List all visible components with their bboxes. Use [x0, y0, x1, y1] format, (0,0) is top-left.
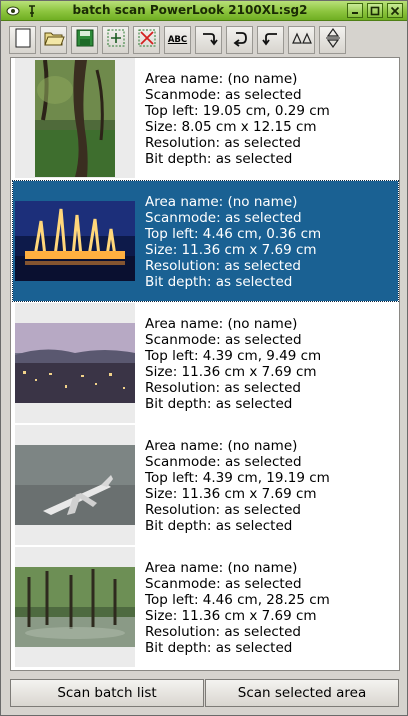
bit-depth: Bit depth: as selected [145, 396, 293, 412]
thumbnail-fountain-night [15, 201, 135, 281]
top-left: Top left: 4.39 cm, 9.49 cm [145, 348, 322, 364]
bit-depth: Bit depth: as selected [145, 518, 293, 534]
maximize-button[interactable] [367, 3, 383, 18]
window-title: batch scan PowerLook 2100XL:sg2 [72, 3, 308, 17]
rotate-right-icon [199, 28, 219, 52]
top-left: Top left: 19.05 cm, 0.29 cm [145, 103, 330, 119]
thumbnail-city-dusk [15, 323, 135, 403]
save-button[interactable] [71, 26, 98, 54]
window-menu-icon[interactable] [5, 3, 21, 18]
resolution: Resolution: as selected [145, 502, 301, 518]
resolution: Resolution: as selected [145, 258, 301, 274]
area-name: Area name: (no name) [145, 560, 298, 576]
close-button[interactable] [387, 3, 403, 18]
open-button[interactable] [40, 26, 67, 54]
list-item[interactable]: Area name: (no name) Scanmode: as select… [13, 58, 398, 178]
area-info: Area name: (no name) Scanmode: as select… [145, 438, 330, 534]
top-left: Top left: 4.39 cm, 19.19 cm [145, 470, 330, 486]
save-icon [75, 28, 95, 52]
list-item[interactable]: Area name: (no name) Scanmode: as select… [13, 303, 398, 423]
pin-icon[interactable] [24, 3, 40, 18]
new-button[interactable] [9, 26, 36, 54]
resolution: Resolution: as selected [145, 624, 301, 640]
open-folder-icon [43, 28, 65, 52]
scan-area-list[interactable]: Area name: (no name) Scanmode: as select… [10, 57, 400, 671]
area-info: Area name: (no name) Scanmode: as select… [145, 194, 321, 290]
size: Size: 11.36 cm x 7.69 cm [145, 364, 317, 380]
rotate-right-button[interactable] [195, 26, 222, 54]
area-info: Area name: (no name) Scanmode: as select… [145, 560, 330, 656]
size: Size: 11.36 cm x 7.69 cm [145, 486, 317, 502]
list-item-selected[interactable]: Area name: (no name) Scanmode: as select… [12, 180, 399, 302]
thumbnail-flooded-forest [15, 567, 135, 647]
delete-area-button[interactable] [133, 26, 160, 54]
mirror-icon [291, 28, 313, 52]
bit-depth: Bit depth: as selected [145, 640, 293, 656]
add-area-button[interactable] [102, 26, 129, 54]
area-name: Area name: (no name) [145, 438, 298, 454]
new-file-icon [14, 28, 32, 52]
scanmode: Scanmode: as selected [145, 332, 302, 348]
flip-button[interactable] [319, 26, 346, 54]
batch-scan-window: batch scan PowerLook 2100XL:sg2 ABC Area… [0, 0, 408, 716]
area-name: Area name: (no name) [145, 316, 298, 332]
delete-area-icon [137, 28, 157, 52]
flip-icon [323, 27, 343, 53]
toolbar: ABC [9, 26, 346, 58]
thumbnail-airplane-sky [15, 445, 135, 525]
minimize-button[interactable] [347, 3, 363, 18]
ocr-button[interactable]: ABC [164, 26, 191, 54]
size: Size: 8.05 cm x 12.15 cm [145, 119, 317, 135]
scan-batch-list-button[interactable]: Scan batch list [10, 679, 204, 707]
rotate-left-button[interactable] [257, 26, 284, 54]
resolution: Resolution: as selected [145, 380, 301, 396]
scanmode: Scanmode: as selected [145, 210, 302, 226]
area-name: Area name: (no name) [145, 194, 298, 210]
bit-depth: Bit depth: as selected [145, 274, 293, 290]
area-info: Area name: (no name) Scanmode: as select… [145, 316, 321, 412]
area-name: Area name: (no name) [145, 71, 298, 87]
rotate-left-icon [261, 28, 281, 52]
list-item[interactable]: Area name: (no name) Scanmode: as select… [13, 425, 398, 545]
rotate-cw-icon [230, 28, 250, 52]
size: Size: 11.36 cm x 7.69 cm [145, 608, 317, 624]
scanmode: Scanmode: as selected [145, 576, 302, 592]
bit-depth: Bit depth: as selected [145, 151, 293, 167]
title-bar[interactable]: batch scan PowerLook 2100XL:sg2 [1, 1, 407, 21]
scanmode: Scanmode: as selected [145, 87, 302, 103]
size: Size: 11.36 cm x 7.69 cm [145, 242, 317, 258]
scan-selected-area-button[interactable]: Scan selected area [205, 679, 399, 707]
list-item[interactable]: Area name: (no name) Scanmode: as select… [13, 547, 398, 667]
add-area-icon [106, 28, 126, 52]
mirror-button[interactable] [288, 26, 315, 54]
rotate-cw-button[interactable] [226, 26, 253, 54]
scanmode: Scanmode: as selected [145, 454, 302, 470]
top-left: Top left: 4.46 cm, 0.36 cm [145, 226, 322, 242]
ocr-icon: ABC [167, 35, 188, 45]
top-left: Top left: 4.46 cm, 28.25 cm [145, 592, 330, 608]
thumbnail-forest-tree [35, 60, 115, 177]
resolution: Resolution: as selected [145, 135, 301, 151]
area-info: Area name: (no name) Scanmode: as select… [145, 71, 330, 167]
